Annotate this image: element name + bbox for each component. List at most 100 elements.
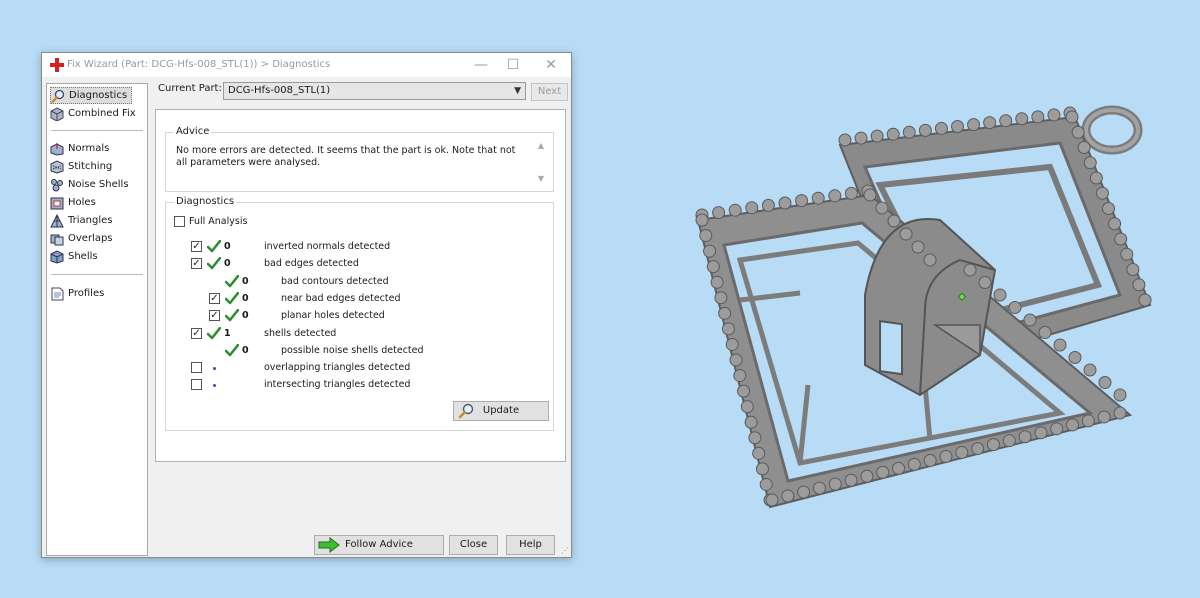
sidebar-item-label: Holes [68,197,96,208]
bead [728,203,742,217]
bead [1018,430,1032,444]
sidebar-item-holes[interactable]: Holes [50,194,96,211]
triangles-icon [50,213,64,227]
sidebar-item-overlaps[interactable]: Overlaps [50,230,113,247]
advice-group: Advice No more errors are detected. It s… [165,126,554,192]
diagnostics-title: Diagnostics [174,196,237,207]
sidebar-item-profiles[interactable]: Profiles [50,285,104,302]
bead [1038,326,1052,339]
diag-count: 0 [224,258,231,270]
minimize-button[interactable]: — [466,55,496,75]
bead [755,462,769,476]
diag-checkbox[interactable]: ✓ [191,258,202,270]
profiles-icon [51,287,64,300]
bead [892,461,906,475]
diag-checkbox[interactable] [191,379,202,391]
resize-grip-icon[interactable]: ⋰ [561,546,569,555]
status-dot-icon [213,367,216,371]
close-window-button[interactable]: ✕ [536,55,566,75]
diag-checkbox[interactable]: ✓ [191,327,202,339]
bead [812,481,826,495]
bead [1031,110,1045,124]
bead [828,189,842,203]
advice-scrollbar[interactable]: ▲ ▼ [535,141,547,183]
check-icon [206,239,222,253]
sidebar-item-label: Shells [68,251,98,262]
bead [863,188,877,202]
next-button[interactable]: Next [531,83,568,101]
sidebar-item-combined-fix[interactable]: Combined Fix [50,105,136,122]
sidebar-item-normals[interactable]: Normals [50,140,109,157]
title-bar[interactable]: Fix Wizard (Part: DCG-Hfs-008_STL(1)) > … [42,53,571,77]
help-button[interactable]: Help [506,535,555,555]
bead [911,240,925,254]
sidebar-item-shells[interactable]: Shells [50,248,98,265]
diag-label: bad edges detected [264,258,359,270]
bead [993,288,1007,302]
diag-label: inverted normals detected [264,241,391,252]
bead [1114,232,1128,246]
bead [875,201,889,215]
bead [999,114,1013,128]
scroll-up-icon[interactable]: ▲ [535,141,547,150]
diag-checkbox[interactable]: ✓ [209,292,220,304]
bead [870,129,884,143]
bead [1077,141,1091,154]
advice-text: No more errors are detected. It seems th… [176,145,516,168]
diag-label: bad contours detected [281,275,389,287]
bead [1132,278,1146,292]
bead [740,400,754,414]
check-icon [224,343,240,357]
current-part-label: Current Part: [158,83,222,94]
bead [887,214,901,228]
bead [838,133,852,147]
bead [939,450,953,463]
bead [781,489,795,503]
bead [761,198,775,212]
bead [876,465,890,479]
bead [967,118,981,132]
sidebar-divider [51,274,143,275]
bead [1050,422,1064,436]
bead [1047,108,1061,122]
bead [733,369,747,383]
follow-advice-label: Follow Advice [345,539,413,550]
bead [706,260,720,274]
update-button[interactable]: Update [453,401,549,421]
sidebar-item-triangles[interactable]: Triangles [50,212,112,229]
sidebar-item-diagnostics[interactable]: Diagnostics [50,87,133,104]
bead [729,353,743,367]
sidebar-divider [51,130,143,131]
3d-model-viewport[interactable] [680,95,1200,525]
bead [844,473,858,487]
diag-count: 0 [242,275,249,287]
bead [1008,301,1022,314]
bead [778,196,792,210]
sidebar-item-label: Diagnostics [69,90,128,101]
follow-advice-button[interactable]: Follow Advice [314,535,444,555]
bead [1095,186,1109,200]
diag-checkbox[interactable]: ✓ [209,310,220,322]
diag-count: 0 [242,310,249,322]
shells-icon [50,249,64,264]
sidebar-item-noise-shells[interactable]: Noise Shells [50,176,129,193]
bead [963,263,977,277]
bead [745,201,759,215]
diag-checkbox[interactable] [191,362,202,374]
maximize-button[interactable]: ☐ [498,55,528,75]
bead [695,213,709,227]
diag-checkbox[interactable]: ✓ [191,241,202,252]
current-part-select[interactable]: DCG-Hfs-008_STL(1) ▼ [223,82,526,100]
full-analysis-checkbox[interactable] [174,216,185,227]
check-icon [224,291,240,305]
bead [712,206,726,220]
bead [1108,217,1122,231]
bead [951,120,964,133]
sidebar-item-stitching[interactable]: Stitching [50,158,112,175]
bead [759,477,773,491]
bead [725,337,739,351]
bead [1068,351,1082,364]
scroll-down-icon[interactable]: ▼ [535,174,547,183]
close-button[interactable]: Close [449,535,498,555]
bead [1120,247,1134,261]
